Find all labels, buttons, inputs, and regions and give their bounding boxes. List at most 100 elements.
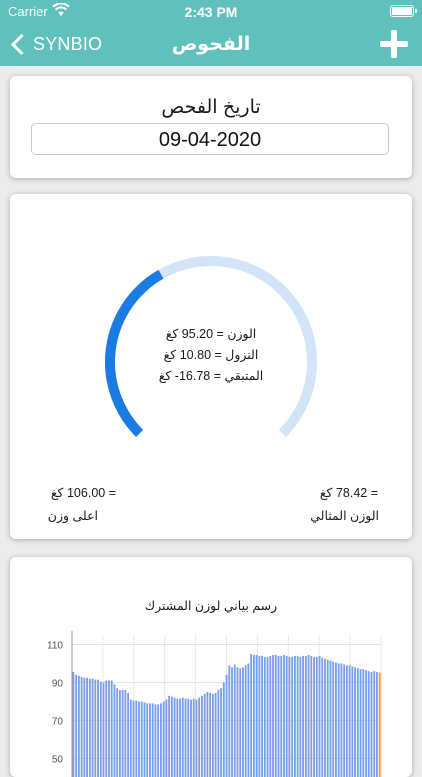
chart-bar xyxy=(289,657,291,777)
weight-loss-text: النزول = 10.80 كغ xyxy=(130,345,292,366)
chart-bar xyxy=(163,702,165,777)
chart-bar xyxy=(316,657,318,777)
chart-bar xyxy=(310,656,312,777)
ideal-weight-value: = 78.42 كغ xyxy=(320,485,378,500)
chart-bar xyxy=(330,661,332,777)
back-button[interactable]: SYNBIO xyxy=(10,31,102,57)
chart-bar xyxy=(305,656,307,777)
chart-bar xyxy=(130,700,132,777)
chart-bar xyxy=(152,703,154,777)
chart-bar xyxy=(299,657,301,777)
exam-date-field[interactable]: 09-04-2020 xyxy=(31,123,389,155)
chart-bar xyxy=(92,679,94,777)
remaining-weight-text: المتبقي = 16.78- كغ xyxy=(130,366,292,387)
chart-bar xyxy=(324,659,326,777)
chart-bar xyxy=(215,693,217,777)
chart-bar xyxy=(313,657,315,777)
chart-bar xyxy=(258,656,260,777)
chart-bar xyxy=(187,699,189,777)
chart-bar xyxy=(237,667,239,777)
chart-bar xyxy=(100,682,102,777)
chart-bar xyxy=(165,700,167,777)
back-button-label: SYNBIO xyxy=(33,34,102,55)
chart-bar xyxy=(146,703,148,777)
chart-bar xyxy=(365,670,367,777)
chart-bar xyxy=(212,694,214,777)
chart-bar xyxy=(261,656,263,777)
y-tick-label: 90 xyxy=(52,679,64,690)
chart-bar xyxy=(242,667,244,777)
chart-bar xyxy=(89,679,91,777)
chart-bar xyxy=(185,699,187,777)
exam-date-card: تاريخ الفحص 09-04-2020 xyxy=(10,76,412,178)
y-tick-label: 50 xyxy=(52,755,64,766)
exam-date-title: تاريخ الفحص xyxy=(10,96,412,119)
plus-icon[interactable] xyxy=(380,30,408,58)
chart-bar xyxy=(267,657,269,777)
chart-bar xyxy=(103,683,105,777)
chart-bar xyxy=(231,667,233,777)
chart-bar xyxy=(245,665,247,777)
chart-bar xyxy=(346,665,348,777)
chart-bar xyxy=(239,668,241,777)
chart-bar xyxy=(321,658,323,777)
chart-bar xyxy=(190,700,192,777)
chart-bar xyxy=(332,662,334,777)
chart-bar xyxy=(294,656,296,777)
chart-bar xyxy=(209,693,211,777)
navigation-bar: SYNBIO الفحوص xyxy=(0,22,422,66)
status-bar: Carrier 2:43 PM xyxy=(0,0,422,22)
gauge-summary: الوزن = 95.20 كغ النزول = 10.80 كغ المتب… xyxy=(130,324,292,387)
chart-bar xyxy=(198,698,200,777)
chart-bar xyxy=(223,683,225,777)
chart-bar xyxy=(73,672,75,777)
ideal-weight-label: الوزن المثالي xyxy=(310,508,379,523)
chart-bar xyxy=(349,665,351,777)
chart-bar xyxy=(144,702,146,777)
chart-bar xyxy=(297,656,299,777)
chart-bar xyxy=(256,655,258,777)
clock: 2:43 PM xyxy=(0,4,422,20)
chart-bar xyxy=(360,669,362,777)
chart-bar xyxy=(354,667,356,777)
chart-bar xyxy=(176,699,178,777)
chart-bar xyxy=(327,660,329,777)
chart-bar xyxy=(108,681,110,777)
chart-bar xyxy=(226,675,228,777)
chart-bar xyxy=(335,663,337,777)
max-weight-label: اعلى وزن xyxy=(48,508,98,523)
chart-bar xyxy=(283,655,285,777)
weight-progress-card: الوزن = 95.20 كغ النزول = 10.80 كغ المتب… xyxy=(10,194,412,539)
chart-bar xyxy=(291,657,293,777)
chart-bar xyxy=(351,666,353,777)
chart-bar xyxy=(217,690,219,777)
chart-bar xyxy=(86,678,88,777)
chart-bar xyxy=(201,696,203,777)
chart-bar xyxy=(94,680,96,777)
chart-bar xyxy=(308,655,310,777)
chart-bar xyxy=(248,664,250,777)
chart-bar xyxy=(340,664,342,777)
chart-bar xyxy=(343,664,345,777)
chart-bar xyxy=(286,656,288,777)
chart-bar xyxy=(302,656,304,777)
chart-bar xyxy=(83,678,85,777)
chart-bar xyxy=(168,696,170,777)
chart-bar xyxy=(319,656,321,777)
chart-bar xyxy=(78,676,80,777)
chart-bar xyxy=(357,668,359,777)
chart-bar xyxy=(278,656,280,777)
chart-bar xyxy=(141,702,143,777)
chart-bar xyxy=(116,688,118,777)
chart-bar xyxy=(135,701,137,777)
chart-bar xyxy=(182,698,184,777)
chart-bar xyxy=(272,655,274,777)
battery-icon xyxy=(390,5,414,17)
chart-bar xyxy=(114,684,116,777)
chart-bar xyxy=(275,655,277,777)
weight-chart-card: رسم بياني لوزن المشترك 110907050 xyxy=(10,557,412,777)
chart-bar xyxy=(280,656,282,777)
chart-bar xyxy=(373,671,375,777)
chart-bar xyxy=(105,681,107,777)
chart-bar xyxy=(138,702,140,777)
